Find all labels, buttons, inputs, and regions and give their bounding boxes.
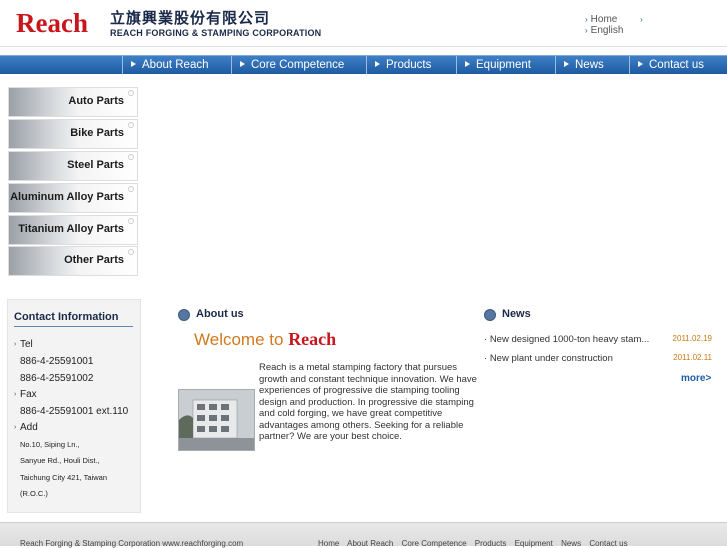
welcome-heading: Welcome to Reach xyxy=(194,329,337,349)
triangle-right-icon xyxy=(240,61,245,67)
news-item[interactable]: · New designed 1000-ton heavy stam... 201… xyxy=(484,334,712,345)
fax-number: 886-4-25591001 ext.110 xyxy=(20,406,129,417)
contact-title: Contact Information xyxy=(14,311,119,323)
footer-link-news[interactable]: News xyxy=(561,539,581,548)
tel-number-2: 886-4-25591002 xyxy=(20,373,94,384)
top-links: › Home › › English xyxy=(585,14,727,36)
header-divider xyxy=(0,46,727,47)
factory-building-image xyxy=(178,389,255,451)
dot-icon xyxy=(128,90,134,96)
dot-icon xyxy=(128,218,134,224)
nav-equipment[interactable]: Equipment xyxy=(456,56,531,74)
fax-label: Fax xyxy=(20,389,37,400)
triangle-right-icon xyxy=(465,61,470,67)
chevron-right-icon: › xyxy=(585,15,588,24)
company-chinese-name: 立旗興業股份有限公司 xyxy=(110,9,271,27)
news-section-title: News xyxy=(502,308,531,320)
dot-icon xyxy=(128,249,134,255)
contact-title-underline xyxy=(14,326,133,327)
company-english-name: REACH FORGING & STAMPING CORPORATION xyxy=(110,28,322,38)
bullet-arrow-icon: › xyxy=(14,341,17,348)
category-bike-parts[interactable]: Bike Parts xyxy=(8,119,138,149)
category-other-parts[interactable]: Other Parts xyxy=(8,246,138,276)
tel-number-1: 886-4-25591001 xyxy=(20,356,94,367)
nav-about-reach[interactable]: About Reach xyxy=(122,56,209,74)
address-line-3: Taichung City 421, Taiwan xyxy=(20,473,107,482)
address-label: Add xyxy=(20,422,38,433)
section-bullet-icon xyxy=(178,309,190,321)
footer-link-equipment[interactable]: Equipment xyxy=(515,539,553,548)
nav-products[interactable]: Products xyxy=(366,56,431,74)
triangle-right-icon xyxy=(375,61,380,67)
address-line-2: Sanyue Rd., Houli Dist., xyxy=(20,456,100,465)
dot-icon xyxy=(128,154,134,160)
dot-icon xyxy=(128,186,134,192)
main-nav: About Reach Core Competence Products Equ… xyxy=(0,55,727,74)
footer-link-about[interactable]: About Reach xyxy=(347,539,393,548)
footer-copyright: Reach Forging & Stamping Corporation www… xyxy=(20,539,244,548)
news-date: 2011.02.19 xyxy=(672,334,712,343)
footer-links: Home About Reach Core Competence Product… xyxy=(318,539,634,548)
top-link-english[interactable]: › English xyxy=(585,25,633,36)
footer-link-products[interactable]: Products xyxy=(475,539,507,548)
triangle-right-icon xyxy=(131,61,136,67)
nav-contact-us[interactable]: Contact us xyxy=(629,56,704,74)
bullet-arrow-icon: › xyxy=(14,391,17,398)
about-section-title: About us xyxy=(196,308,244,320)
news-more-link[interactable]: more> xyxy=(681,373,711,384)
tel-label: Tel xyxy=(20,339,33,350)
triangle-right-icon xyxy=(564,61,569,67)
chevron-right-icon: › xyxy=(640,15,643,24)
category-titanium-alloy-parts[interactable]: Titanium Alloy Parts xyxy=(8,215,138,245)
address-line-4: (R.O.C.) xyxy=(20,489,48,498)
dot-icon xyxy=(128,122,134,128)
address-line-1: No.10, Siping Ln., xyxy=(20,440,80,449)
section-bullet-icon xyxy=(484,309,496,321)
company-logo[interactable]: Reach xyxy=(16,8,88,39)
footer-link-home[interactable]: Home xyxy=(318,539,339,548)
category-auto-parts[interactable]: Auto Parts xyxy=(8,87,138,117)
top-link-blank[interactable]: › xyxy=(640,14,656,25)
top-link-home[interactable]: › Home xyxy=(585,14,627,25)
news-date: 2011.02.11 xyxy=(673,353,712,362)
about-description: Reach is a metal stamping factory that p… xyxy=(259,362,477,442)
triangle-right-icon xyxy=(638,61,643,67)
nav-core-competence[interactable]: Core Competence xyxy=(231,56,344,74)
nav-news[interactable]: News xyxy=(555,56,604,74)
bullet-arrow-icon: › xyxy=(14,424,17,431)
chevron-right-icon: › xyxy=(585,26,588,35)
footer-link-contact[interactable]: Contact us xyxy=(589,539,627,548)
footer-link-core[interactable]: Core Competence xyxy=(402,539,467,548)
category-steel-parts[interactable]: Steel Parts xyxy=(8,151,138,181)
category-aluminum-alloy-parts[interactable]: Aluminum Alloy Parts xyxy=(8,183,138,213)
news-item[interactable]: · New plant under construction 2011.02.11 xyxy=(484,353,712,364)
